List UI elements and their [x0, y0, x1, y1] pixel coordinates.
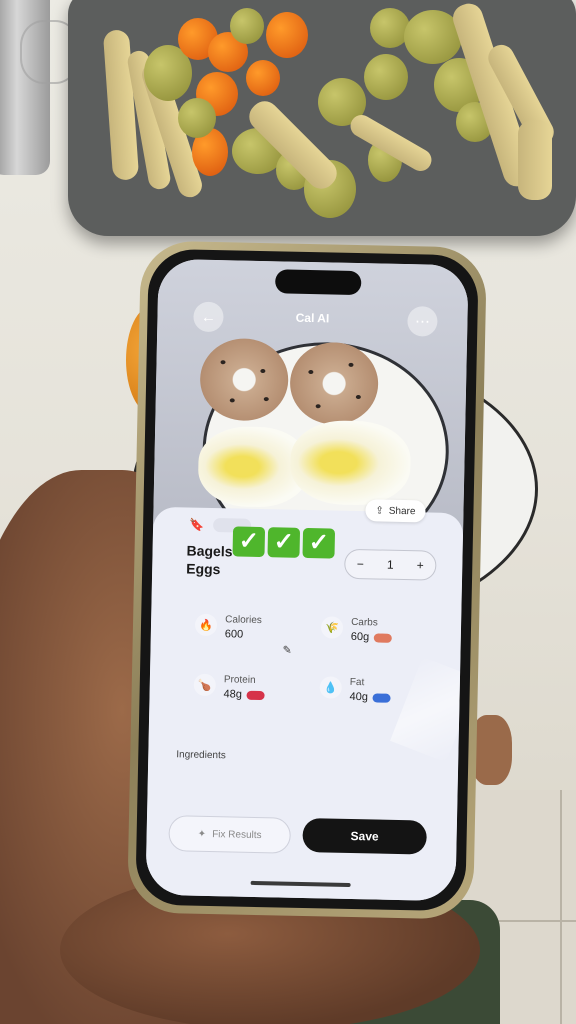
fat-label: Fat — [349, 676, 365, 689]
save-button[interactable]: Save — [302, 817, 427, 855]
more-horizontal-icon: ⋯ — [414, 313, 431, 331]
bookmark-icon[interactable]: 🔖 — [189, 518, 204, 532]
sparkle-icon: ✦ — [197, 828, 207, 840]
protein-badge — [246, 690, 265, 700]
calories-card[interactable]: 🔥 Calories 600 — [194, 613, 262, 641]
protein-card[interactable]: 🍗 Protein 48g — [193, 673, 265, 701]
fat-badge — [372, 692, 391, 703]
check-emoji: ✓ — [302, 527, 336, 559]
carbs-label: Carbs — [351, 616, 378, 629]
dynamic-island — [274, 269, 362, 296]
check-mark-emojis: ✓ ✓ ✓ — [232, 526, 336, 559]
fix-results-label: Fix Results — [212, 828, 262, 841]
protein-label: Protein — [223, 674, 256, 686]
wheat-icon: 🌾 — [320, 616, 344, 639]
decrement-button[interactable]: − — [357, 557, 364, 571]
calories-value: 600 — [224, 628, 244, 641]
check-emoji: ✓ — [267, 527, 301, 558]
ingredients-list[interactable] — [175, 771, 436, 810]
quantity-stepper: − 1 + — [344, 548, 437, 581]
check-emoji: ✓ — [232, 526, 266, 558]
fat-value: 40g — [349, 690, 369, 704]
phone-screen: ← Cal AI ⋯ ⇪ Share 🔖 Bagels Eggs ✓ ✓ ✓ −… — [145, 258, 469, 902]
increment-button[interactable]: + — [417, 558, 424, 572]
vegetable-tray — [68, 0, 576, 236]
carbs-card[interactable]: 🌾 Carbs 60g — [320, 616, 393, 644]
calories-label: Calories — [225, 614, 262, 627]
droplet-icon: 💧 — [319, 676, 342, 699]
protein-value: 48g — [223, 688, 243, 701]
share-icon: ⇪ — [375, 504, 384, 517]
food-name-line2: Eggs — [186, 560, 221, 578]
fix-results-button[interactable]: ✦ Fix Results — [168, 815, 292, 854]
more-button[interactable]: ⋯ — [407, 306, 438, 337]
share-label: Share — [388, 505, 416, 517]
flame-icon: 🔥 — [194, 613, 218, 637]
fat-card[interactable]: 💧 Fat 40g — [319, 676, 391, 703]
edit-pencil-icon[interactable]: ✎ — [282, 644, 291, 657]
fried-egg-right — [289, 419, 412, 507]
drumstick-icon: 🍗 — [193, 673, 217, 697]
quantity-value: 1 — [386, 557, 394, 572]
meal-photo: ← Cal AI ⋯ — [153, 258, 469, 561]
ingredients-title: Ingredients — [176, 749, 226, 762]
share-button[interactable]: ⇪ Share — [365, 499, 426, 523]
carbs-badge — [374, 632, 393, 643]
carbs-value: 60g — [350, 630, 370, 644]
